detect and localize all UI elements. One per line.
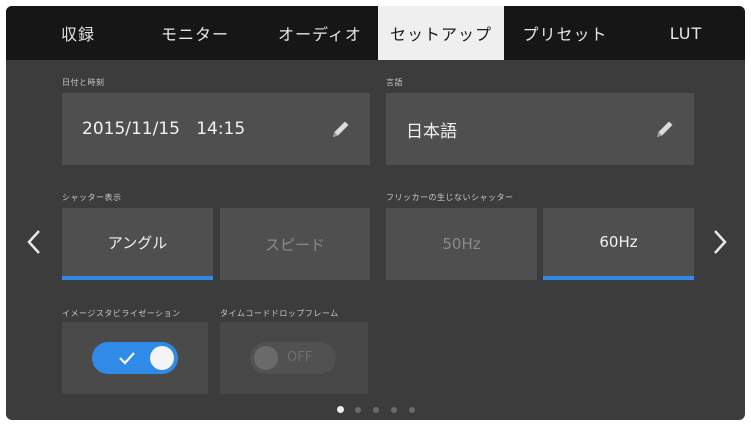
page-dot-2[interactable] [355,407,361,413]
timecode-drop-frame-label: タイムコードドロップフレーム [220,309,339,318]
chevron-left-icon [27,230,40,254]
checkmark-icon [119,352,135,365]
image-stabilization-panel [62,322,208,394]
shutter-display-label: シャッター表示 [62,193,122,202]
tab-setup[interactable]: セットアップ [378,6,504,60]
page-dot-1[interactable] [337,406,344,413]
tab-record[interactable]: 収録 [36,6,120,60]
page-dot-4[interactable] [391,407,397,413]
image-stabilization-label: イメージスタビライゼーション [62,309,181,318]
image-stabilization-toggle[interactable] [92,342,178,374]
language-value: 日本語 [406,121,457,142]
shutter-angle-button[interactable]: アングル [62,208,213,280]
toggle-knob [150,346,174,370]
language-field[interactable]: 日本語 [386,93,694,165]
flicker-free-shutter-label: フリッカーの生じないシャッター [386,193,514,202]
tab-lut[interactable]: LUT [646,6,726,60]
datetime-value: 2015/11/15 14:15 [82,119,246,139]
tab-presets[interactable]: プリセット [510,6,620,60]
datetime-field[interactable]: 2015/11/15 14:15 [62,93,370,165]
page-dot-5[interactable] [409,407,415,413]
previous-page-arrow[interactable] [22,222,46,262]
tab-audio[interactable]: オーディオ [262,6,378,60]
chevron-right-icon [714,230,727,254]
pencil-icon[interactable] [330,118,352,140]
language-label: 言語 [386,78,403,87]
flicker-50hz-button[interactable]: 50Hz [386,208,537,280]
tab-bar: 収録 モニター オーディオ セットアップ プリセット LUT [6,6,745,60]
timecode-drop-frame-panel: OFF [220,322,368,394]
toggle-knob [254,346,278,370]
page-dot-3[interactable] [373,407,379,413]
tab-monitor[interactable]: モニター [140,6,250,60]
shutter-speed-button[interactable]: スピード [220,208,370,280]
datetime-label: 日付と時刻 [62,78,105,87]
timecode-drop-frame-toggle: OFF [250,342,336,374]
flicker-60hz-button[interactable]: 60Hz [543,208,694,280]
camera-settings-screen: 収録 モニター オーディオ セットアップ プリセット LUT 日付と時刻 201… [6,6,745,420]
next-page-arrow[interactable] [708,222,732,262]
toggle-off-text: OFF [287,350,313,365]
pencil-icon[interactable] [654,118,676,140]
